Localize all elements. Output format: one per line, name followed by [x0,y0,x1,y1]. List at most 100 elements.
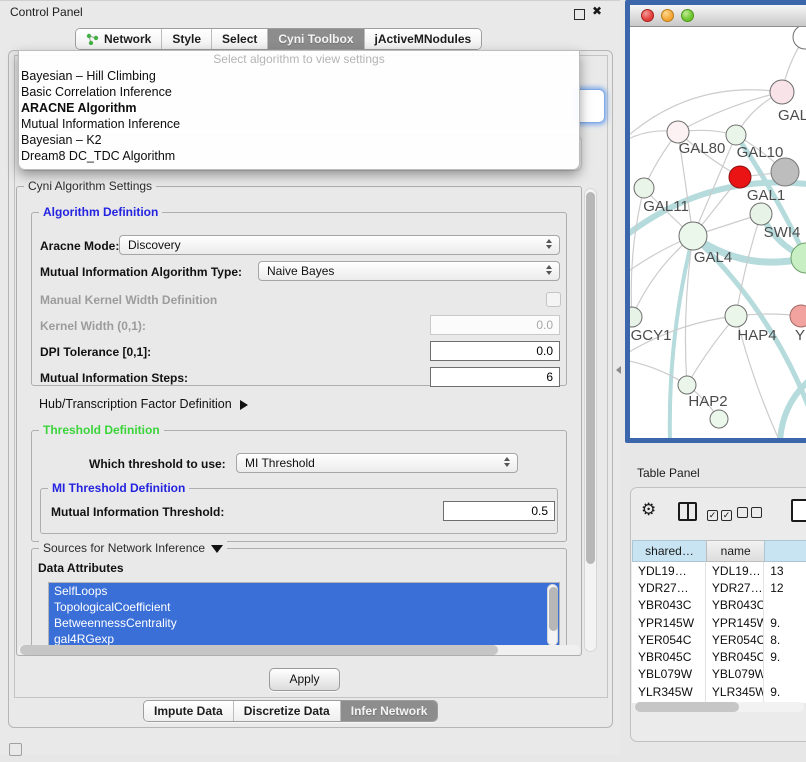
column-header-shared-name[interactable]: shared… [632,540,706,562]
close-panel-icon[interactable]: ✖ [592,4,602,18]
tab-discretize-data[interactable]: Discretize Data [234,701,341,721]
settings-scrollbar[interactable] [584,188,597,652]
combo-arrows-icon [504,457,510,467]
kernel-width-label: Kernel Width (0,1): [40,319,146,333]
network-node [634,178,654,198]
mi-steps-label: Mutual Information Steps: [40,371,188,385]
which-threshold-combo[interactable]: MI Threshold [236,453,518,473]
tab-infer-network[interactable]: Infer Network [341,701,438,721]
network-node [710,410,728,428]
network-node-label: GAL11 [643,198,689,215]
algorithm-option[interactable]: Basic Correlation Inference [19,84,579,100]
mi-steps-input[interactable]: 6 [430,367,560,387]
network-node [790,305,806,327]
combo-arrows-icon [546,265,552,275]
close-window-icon[interactable] [641,9,654,22]
table-row[interactable]: YDL19…YDL19…13 [632,562,806,579]
table-row[interactable]: YDR27…YDR27…12 [632,579,806,596]
aracne-mode-label: Aracne Mode: [40,239,119,253]
network-node [679,222,707,250]
deselect-all-checkboxes-icon[interactable] [737,505,765,523]
network-node [725,305,747,327]
control-panel-tabs: Network Style Select Cyni Toolbox jActiv… [75,28,482,50]
network-node-label: GAL10 [737,144,784,161]
select-all-checkboxes-icon[interactable]: ✓✓ [707,505,735,523]
network-node [630,307,642,327]
mi-threshold-group-title: MI Threshold Definition [48,481,189,495]
manual-kernel-checkbox[interactable] [546,292,561,307]
hub-tf-definition-toggle[interactable]: Hub/Transcription Factor Definition [39,397,248,411]
dpi-tolerance-label: DPI Tolerance [0,1]: [40,345,151,359]
threshold-definition-title: Threshold Definition [39,423,164,437]
network-node-label: HAP4 [737,327,776,344]
algorithm-option[interactable]: Dream8 DC_TDC Algorithm [19,148,579,164]
control-panel-title: Control Panel [10,5,83,19]
settings-hscrollbar[interactable] [18,645,580,655]
minimized-panel-icon[interactable] [9,743,22,756]
float-window-button[interactable] [574,9,585,20]
attribute-item[interactable]: SelfLoops [49,583,559,599]
tab-network-label: Network [104,32,151,46]
cyni-algorithm-settings-title: Cyni Algorithm Settings [24,179,156,193]
attribute-item[interactable]: TopologicalCoefficient [49,599,559,615]
apply-button[interactable]: Apply [269,668,340,691]
kernel-width-input[interactable]: 0.0 [430,315,560,335]
network-node-label: GCY1 [631,327,672,344]
data-attributes-label: Data Attributes [38,561,124,575]
algorithm-option[interactable]: Mutual Information Inference [19,116,579,132]
table-row[interactable]: YPR145WYPR145W9. [632,614,806,631]
network-window-titlebar[interactable] [630,5,806,27]
network-node-label: HAP2 [688,393,727,410]
attribute-item[interactable]: BetweennessCentrality [49,615,559,631]
gear-icon[interactable]: ⚙ [641,500,656,520]
minimize-window-icon[interactable] [661,9,674,22]
network-icon [86,33,99,45]
control-panel: Control Panel ✖ Network Style Select Cyn… [0,0,620,755]
tab-network[interactable]: Network [76,29,162,49]
algorithm-option[interactable]: Bayesian – Hill Climbing [19,68,579,84]
column-header-cut[interactable] [764,540,806,562]
table-row[interactable]: YER054CYER054C8. [632,631,806,648]
table-row[interactable]: YBR043CYBR043C [632,597,806,614]
tab-impute-data[interactable]: Impute Data [144,701,234,721]
table-hscrollbar[interactable] [634,702,804,712]
table-row[interactable]: YBL079WYBL079W [632,666,806,683]
mi-threshold-input[interactable]: 0.5 [443,501,555,521]
network-node-label: Y [795,327,805,344]
network-node-label: SWI4 [764,224,801,241]
algorithm-dropdown-popup: Select algorithm to view settings Bayesi… [18,50,580,170]
algorithm-option[interactable]: Bayesian – K2 [19,132,579,148]
network-node-label: GAL [778,107,806,124]
tab-cyni-toolbox[interactable]: Cyni Toolbox [268,29,364,49]
column-visibility-icon[interactable] [678,502,697,521]
tab-select[interactable]: Select [212,29,268,49]
network-node-label: GAL80 [679,140,726,157]
divider-collapse-arrow[interactable] [616,366,621,374]
network-node [793,27,806,49]
mi-threshold-label: Mutual Information Threshold: [51,505,224,519]
column-header-name[interactable]: name [706,540,764,562]
network-node [791,243,806,273]
network-canvas[interactable]: GALGAL80GAL10GAL1SWI4GAL11GAL4GCY1HAP4YH… [630,27,806,438]
sources-title[interactable]: Sources for Network Inference [39,541,227,555]
mi-threshold-group: MI Threshold Definition Mutual Informati… [40,488,558,534]
which-threshold-label: Which threshold to use: [89,457,226,471]
network-node-label: GAL4 [694,249,732,266]
tab-jactivemnodules[interactable]: jActiveMNodules [365,29,482,49]
tab-style[interactable]: Style [162,29,212,49]
dpi-tolerance-input[interactable]: 0.0 [430,341,560,361]
export-table-icon[interactable] [791,499,806,522]
data-attributes-list: SelfLoops TopologicalCoefficient Between… [48,582,560,648]
mi-type-combo[interactable]: Naive Bayes [258,261,560,281]
zoom-window-icon[interactable] [681,9,694,22]
algorithm-definition-title: Algorithm Definition [39,205,162,219]
algorithm-combo-focus-edge[interactable] [577,89,605,123]
aracne-mode-combo[interactable]: Discovery [119,235,560,255]
algorithm-option-selected[interactable]: ARACNE Algorithm [19,100,579,116]
network-node [729,166,751,188]
table-row[interactable]: YBR045CYBR045C9. [632,648,806,665]
table-row[interactable]: YLR345WYLR345W9. [632,683,806,700]
collapsed-arrow-icon [240,400,248,410]
attributes-scrollbar[interactable] [547,584,558,646]
node-table: shared… name YDL19…YDL19…13 YDR27…YDR27…… [632,540,806,703]
